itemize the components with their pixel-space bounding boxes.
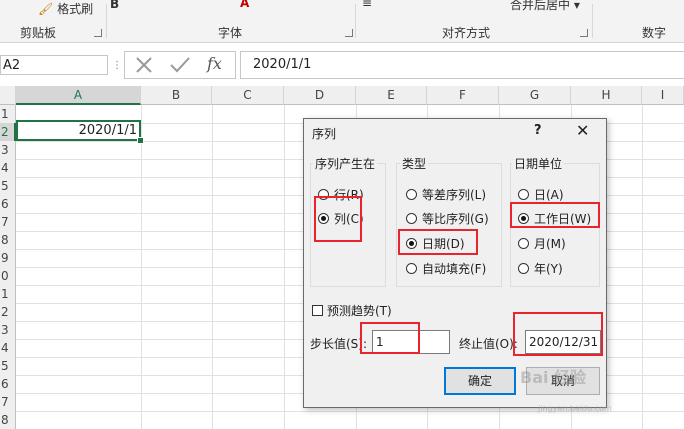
gridline: [284, 105, 285, 429]
help-button[interactable]: ?: [534, 123, 542, 138]
confirm-formula-icon[interactable]: [170, 57, 190, 73]
watermark-url: jingyan.baidu.com: [538, 404, 612, 413]
type-label: 类型: [400, 155, 429, 172]
row-header[interactable]: 7: [0, 213, 16, 232]
column-header[interactable]: G: [499, 86, 571, 105]
active-cell-a2[interactable]: 2020/1/1: [16, 120, 141, 141]
radio-dot: [518, 263, 529, 274]
font-color-button[interactable]: A: [240, 0, 249, 10]
row-header[interactable]: 2: [0, 123, 16, 142]
date-unit-label: 日期单位: [512, 155, 565, 172]
radio-rows[interactable]: 行(R): [318, 186, 364, 203]
gridline: [141, 105, 142, 429]
gridline: [212, 105, 213, 429]
radio-columns[interactable]: 列(C): [318, 210, 364, 227]
ribbon-divider: [355, 4, 356, 38]
row-header[interactable]: 0: [0, 267, 16, 286]
clipboard-launcher-icon[interactable]: [94, 29, 102, 37]
column-header[interactable]: H: [571, 86, 642, 105]
formula-bar: A2 ⋮ fx 2020/1/1: [0, 47, 684, 83]
namebox-dropdown-icon[interactable]: ⋮: [112, 60, 122, 71]
row-header[interactable]: 8: [0, 231, 16, 250]
align-left-icon[interactable]: ≡: [362, 0, 372, 10]
stop-label: 终止值(O):: [459, 337, 518, 351]
ribbon-divider: [592, 4, 593, 38]
radio-dot: [406, 238, 417, 249]
watermark-logo: Bai 经验: [520, 368, 587, 387]
ribbon-divider: [106, 4, 107, 38]
name-box[interactable]: A2: [0, 55, 108, 75]
row-header[interactable]: 6: [0, 195, 16, 214]
row-header[interactable]: 1: [0, 105, 16, 124]
fill-handle[interactable]: [137, 137, 144, 144]
radio-dot: [406, 189, 417, 200]
row-header[interactable]: 6: [0, 375, 16, 394]
step-label: 步长值(S):: [310, 337, 368, 351]
radio-year[interactable]: 年(Y): [518, 260, 563, 277]
radio-dot: [318, 213, 329, 224]
radio-dot: [406, 263, 417, 274]
radio-autofill[interactable]: 自动填充(F): [406, 260, 486, 277]
radio-month[interactable]: 月(M): [518, 235, 566, 252]
column-header[interactable]: D: [284, 86, 356, 105]
chevron-down-icon: ▾: [573, 0, 580, 12]
row-header[interactable]: 3: [0, 141, 16, 160]
formula-input[interactable]: 2020/1/1: [240, 51, 684, 79]
row-header[interactable]: 9: [0, 249, 16, 268]
row-header[interactable]: 2: [0, 303, 16, 322]
row-header[interactable]: 5: [0, 177, 16, 196]
radio-day[interactable]: 日(A): [518, 186, 564, 203]
alignment-launcher-icon[interactable]: [580, 29, 588, 37]
row-header[interactable]: 4: [0, 159, 16, 178]
radio-dot: [406, 213, 417, 224]
column-header[interactable]: F: [427, 86, 499, 105]
row-header[interactable]: 4: [0, 339, 16, 358]
merge-center-button[interactable]: 合并后居中 ▾: [510, 0, 580, 13]
radio-dot: [518, 213, 529, 224]
column-header[interactable]: B: [141, 86, 212, 105]
radio-weekday[interactable]: 工作日(W): [518, 210, 591, 227]
checkbox-box: [312, 305, 323, 316]
row-header[interactable]: 1: [0, 285, 16, 304]
font-launcher-icon[interactable]: [345, 29, 353, 37]
ribbon: 🖌 格式刷 剪贴板 B A 字体 ≡ 合并后居中 ▾ 对齐方式 数字: [0, 0, 684, 43]
cancel-formula-icon[interactable]: [136, 57, 152, 73]
radio-date[interactable]: 日期(D): [406, 235, 465, 252]
group-label-alignment: 对齐方式: [442, 26, 491, 40]
radio-linear[interactable]: 等差序列(L): [406, 186, 486, 203]
column-header[interactable]: C: [212, 86, 284, 105]
bold-button[interactable]: B: [110, 0, 119, 11]
column-header[interactable]: I: [642, 86, 684, 105]
close-icon[interactable]: ✕: [576, 121, 589, 140]
row-header[interactable]: 8: [0, 411, 16, 429]
group-label-clipboard: 剪贴板: [20, 26, 57, 40]
column-header[interactable]: E: [356, 86, 427, 105]
row-header[interactable]: 3: [0, 321, 16, 340]
step-input[interactable]: 1: [372, 330, 450, 354]
format-painter-button[interactable]: 🖌 格式刷: [38, 0, 93, 17]
radio-growth[interactable]: 等比序列(G): [406, 210, 489, 227]
radio-dot: [318, 189, 329, 200]
column-header[interactable]: A: [16, 86, 141, 105]
stop-input[interactable]: 2020/12/31: [525, 330, 601, 354]
ok-button[interactable]: 确定: [444, 367, 516, 395]
select-all-corner[interactable]: [0, 86, 16, 105]
gridline: [642, 105, 643, 429]
paintbrush-icon: 🖌: [38, 2, 54, 16]
insert-function-icon[interactable]: fx: [207, 54, 222, 73]
group-label-font: 字体: [218, 26, 243, 40]
series-in-label: 序列产生在: [313, 155, 378, 172]
radio-dot: [518, 189, 529, 200]
dialog-title: 序列: [312, 127, 337, 141]
row-header[interactable]: 7: [0, 393, 16, 412]
row-header[interactable]: 5: [0, 357, 16, 376]
formula-buttons: fx: [124, 51, 236, 79]
trend-checkbox[interactable]: 预测趋势(T): [312, 302, 392, 319]
group-label-number: 数字: [642, 26, 667, 40]
radio-dot: [518, 238, 529, 249]
